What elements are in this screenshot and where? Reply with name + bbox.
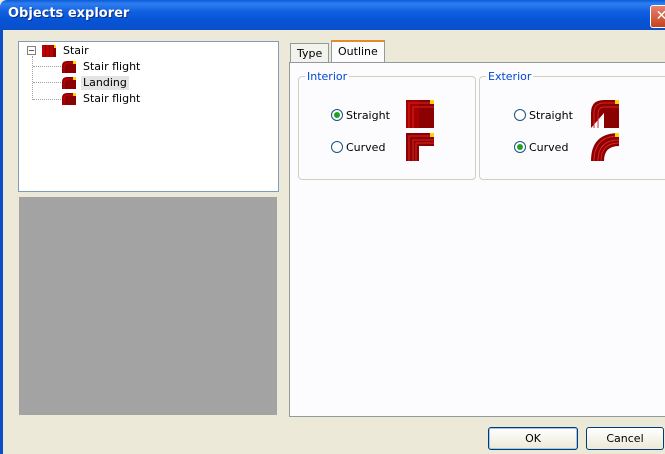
straight-corner-icon bbox=[406, 100, 434, 128]
window-title: Objects explorer bbox=[8, 6, 130, 21]
tree-node-label: Stair flight bbox=[83, 92, 141, 105]
stair-flight-icon bbox=[62, 61, 76, 73]
objects-tree[interactable]: − Stair Stair flight Landing Stair fligh… bbox=[18, 41, 279, 192]
tab-outline[interactable]: Outline bbox=[331, 40, 385, 62]
tree-connector bbox=[33, 99, 61, 100]
close-icon: ✕ bbox=[655, 8, 665, 24]
close-button[interactable]: ✕ bbox=[650, 5, 665, 28]
exterior-group: Exterior Straight Curved bbox=[479, 70, 665, 180]
landing-icon bbox=[62, 77, 76, 89]
exterior-curved-radio[interactable]: Curved bbox=[514, 140, 584, 156]
preview-pane bbox=[19, 197, 277, 415]
objects-explorer-window: Objects explorer ✕ − Stair Stair flight … bbox=[0, 0, 665, 454]
curved-corner-icon bbox=[591, 133, 620, 162]
tab-type[interactable]: Type bbox=[290, 43, 330, 63]
stair-flight-icon bbox=[62, 93, 76, 105]
outline-tab-panel: Interior Straight Curved Exterior Straig… bbox=[289, 62, 665, 417]
ok-button[interactable]: OK bbox=[488, 427, 578, 450]
interior-straight-radio[interactable]: Straight bbox=[331, 108, 401, 124]
tree-node-label: Stair bbox=[63, 44, 89, 57]
exterior-group-title: Exterior bbox=[486, 70, 534, 83]
radio-label: Straight bbox=[529, 109, 573, 122]
interior-group: Interior Straight Curved bbox=[298, 70, 476, 180]
radio-checked-icon[interactable] bbox=[514, 141, 526, 153]
tree-connector bbox=[32, 56, 33, 100]
tree-node-label: Stair flight bbox=[83, 60, 141, 73]
radio-label: Curved bbox=[346, 141, 386, 154]
radio-label: Curved bbox=[529, 141, 569, 154]
radio-checked-icon[interactable] bbox=[331, 109, 343, 121]
interior-curved-radio[interactable]: Curved bbox=[331, 140, 401, 156]
tree-node-label: Landing bbox=[81, 76, 129, 90]
title-bar[interactable]: Objects explorer ✕ bbox=[0, 0, 665, 30]
stair-icon bbox=[42, 45, 56, 57]
tree-connector bbox=[33, 66, 61, 67]
tree-connector bbox=[33, 82, 61, 83]
cancel-button[interactable]: Cancel bbox=[586, 427, 664, 450]
straight-corner-icon bbox=[406, 133, 434, 161]
curved-corner-icon bbox=[591, 100, 619, 128]
radio-unchecked-icon[interactable] bbox=[514, 109, 526, 121]
window-frame-left bbox=[0, 30, 3, 454]
exterior-straight-radio[interactable]: Straight bbox=[514, 108, 584, 124]
radio-unchecked-icon[interactable] bbox=[331, 141, 343, 153]
interior-group-title: Interior bbox=[305, 70, 350, 83]
collapse-icon[interactable]: − bbox=[27, 46, 36, 55]
radio-label: Straight bbox=[346, 109, 390, 122]
